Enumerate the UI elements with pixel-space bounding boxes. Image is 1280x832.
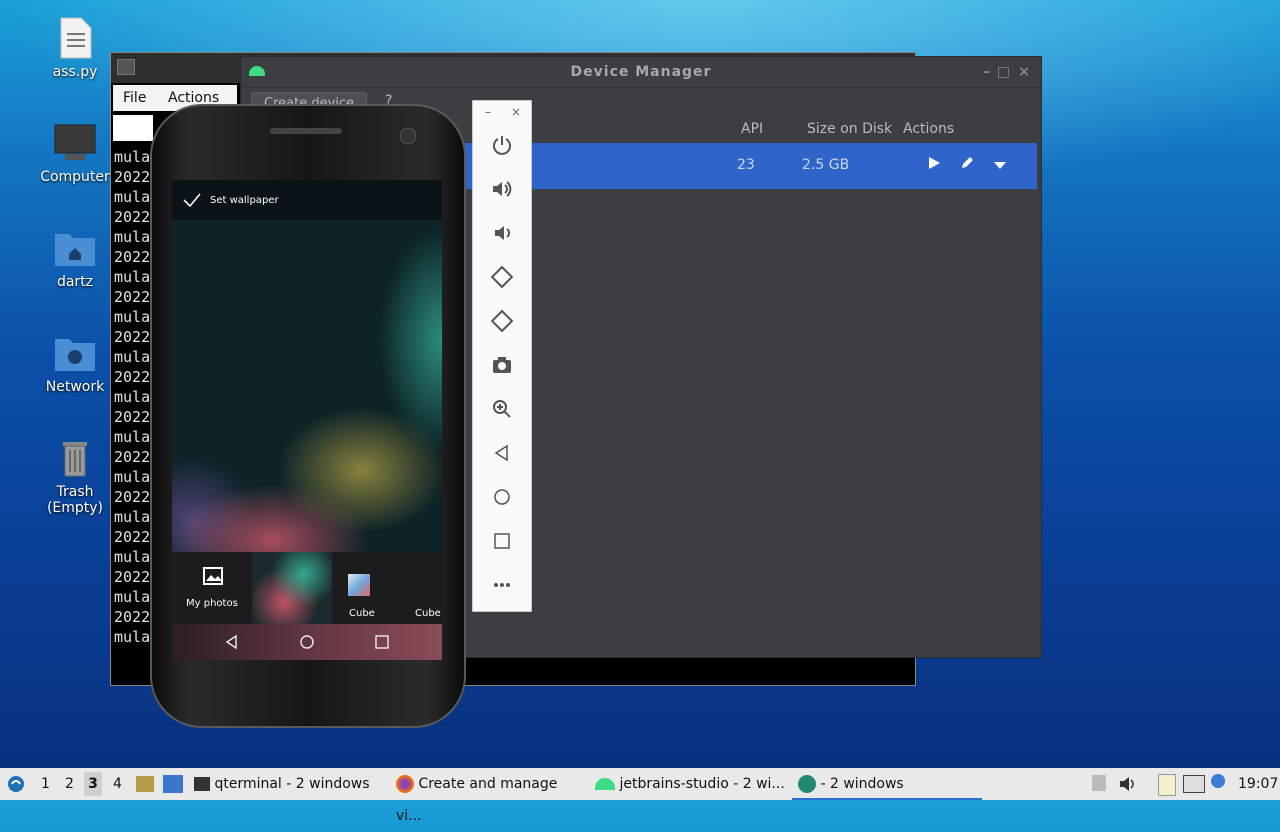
android-nav-bar xyxy=(172,624,442,660)
terminal-icon xyxy=(194,777,210,791)
computer-icon xyxy=(53,121,97,165)
zoom-icon[interactable] xyxy=(490,397,514,421)
wallpaper-picker: My photos Cube Cube xyxy=(172,552,442,624)
task-qterminal[interactable]: qterminal - 2 windows xyxy=(194,768,384,800)
maximize-icon[interactable]: □ xyxy=(997,57,1011,87)
overview-icon[interactable] xyxy=(374,634,390,654)
overview-icon[interactable] xyxy=(490,529,514,553)
photos-icon xyxy=(200,566,224,591)
start-menu-icon[interactable] xyxy=(6,774,26,798)
chevron-down-icon[interactable] xyxy=(993,159,1007,175)
wallpaper-thumb-cube-2[interactable]: Cube xyxy=(390,552,442,624)
minimize-icon[interactable]: – xyxy=(983,57,991,87)
desktop-icon-dartz[interactable]: dartz xyxy=(27,226,123,290)
home-icon[interactable] xyxy=(490,485,514,509)
wallpaper-thumb-current[interactable] xyxy=(252,552,332,624)
check-icon[interactable] xyxy=(182,192,202,211)
emulator-screen[interactable]: Set wallpaper My photos Cube Cube xyxy=(172,180,442,660)
device-size: 2.5 GB xyxy=(802,157,850,173)
volume-up-icon[interactable] xyxy=(490,177,514,201)
task-studio[interactable]: jetbrains-studio - 2 wi... xyxy=(595,768,785,800)
clock[interactable]: 19:07 xyxy=(1238,776,1278,792)
cube-icon xyxy=(348,574,370,596)
play-icon[interactable] xyxy=(927,155,941,175)
desktop-icon-label: Trash (Empty) xyxy=(46,484,104,516)
column-api[interactable]: API xyxy=(741,121,763,137)
taskbar: 1 2 3 4 qterminal - 2 windows Create and… xyxy=(0,768,1280,824)
set-wallpaper-button[interactable]: Set wallpaper xyxy=(210,195,279,206)
firefox-icon xyxy=(396,775,414,793)
device-api: 23 xyxy=(737,157,755,173)
emulator-toolbar: – × xyxy=(472,100,532,612)
device-manager-titlebar[interactable]: Device Manager – □ × xyxy=(241,57,1041,88)
wallpaper-preview xyxy=(172,220,442,552)
clipboard-icon[interactable] xyxy=(1158,774,1176,796)
volume-down-icon[interactable] xyxy=(490,221,514,245)
camera-icon[interactable] xyxy=(490,353,514,377)
workspace-4[interactable]: 4 xyxy=(113,776,122,792)
home-icon[interactable] xyxy=(299,634,315,654)
desktop-icon-ass-py[interactable]: ass.py xyxy=(27,16,123,80)
column-size[interactable]: Size on Disk xyxy=(807,121,892,137)
rotate-left-icon[interactable] xyxy=(490,265,514,289)
desktop-icon-trash[interactable]: Trash (Empty) xyxy=(27,436,123,516)
android-icon xyxy=(249,66,265,76)
notification-icon[interactable] xyxy=(1211,774,1225,788)
my-photos-tile[interactable]: My photos xyxy=(172,552,250,624)
close-icon[interactable]: × xyxy=(511,105,521,119)
text-file-icon xyxy=(53,16,97,60)
workspace-2[interactable]: 2 xyxy=(65,776,74,792)
android-icon xyxy=(595,778,615,790)
show-desktop-icon[interactable] xyxy=(163,775,183,793)
wallpaper-thumb-cube[interactable]: Cube xyxy=(334,552,388,624)
phone-camera xyxy=(400,128,416,144)
window-title: Device Manager xyxy=(570,64,712,80)
minimize-icon[interactable]: – xyxy=(485,105,491,119)
tray-arrow-icon[interactable] xyxy=(1092,775,1106,791)
power-icon[interactable] xyxy=(490,133,514,157)
terminal-output[interactable]: mula 2022 mula 2022 mula 2022 mula 2022 mula 2022… xyxy=(114,147,150,647)
back-icon[interactable] xyxy=(490,441,514,465)
desktop-icon-label: Computer xyxy=(40,169,110,185)
desktop-icon-computer[interactable]: Computer xyxy=(27,121,123,185)
desktop-icon-label: dartz xyxy=(56,274,94,290)
network-folder-icon xyxy=(53,331,97,375)
trash-icon xyxy=(53,436,97,480)
task-emulator[interactable]: - 2 windows xyxy=(792,768,982,800)
terminal-app-icon xyxy=(117,59,135,75)
desktop-icon-label: Network xyxy=(45,379,105,395)
rotate-right-icon[interactable] xyxy=(490,309,514,333)
desktop-icon-network[interactable]: Network xyxy=(27,331,123,395)
close-icon[interactable]: × xyxy=(1018,57,1031,87)
workspace-3[interactable]: 3 xyxy=(84,772,102,796)
workspace-1[interactable]: 1 xyxy=(41,776,50,792)
volume-icon[interactable] xyxy=(1118,775,1136,797)
menu-file[interactable]: File xyxy=(123,90,146,106)
more-icon[interactable] xyxy=(490,573,514,597)
wallpaper-action-bar: Set wallpaper xyxy=(172,180,442,220)
desktop-icon-label: ass.py xyxy=(52,64,98,80)
file-manager-icon[interactable] xyxy=(136,776,154,792)
back-icon[interactable] xyxy=(224,634,240,654)
phone-speaker xyxy=(270,128,342,134)
task-firefox[interactable]: Create and manage vi... xyxy=(396,768,586,824)
edit-icon[interactable] xyxy=(959,155,975,175)
column-actions: Actions xyxy=(903,121,955,137)
home-folder-icon xyxy=(53,226,97,270)
emulator-icon xyxy=(798,775,816,793)
terminal-tab-field[interactable] xyxy=(113,115,153,141)
network-icon[interactable] xyxy=(1183,775,1205,793)
